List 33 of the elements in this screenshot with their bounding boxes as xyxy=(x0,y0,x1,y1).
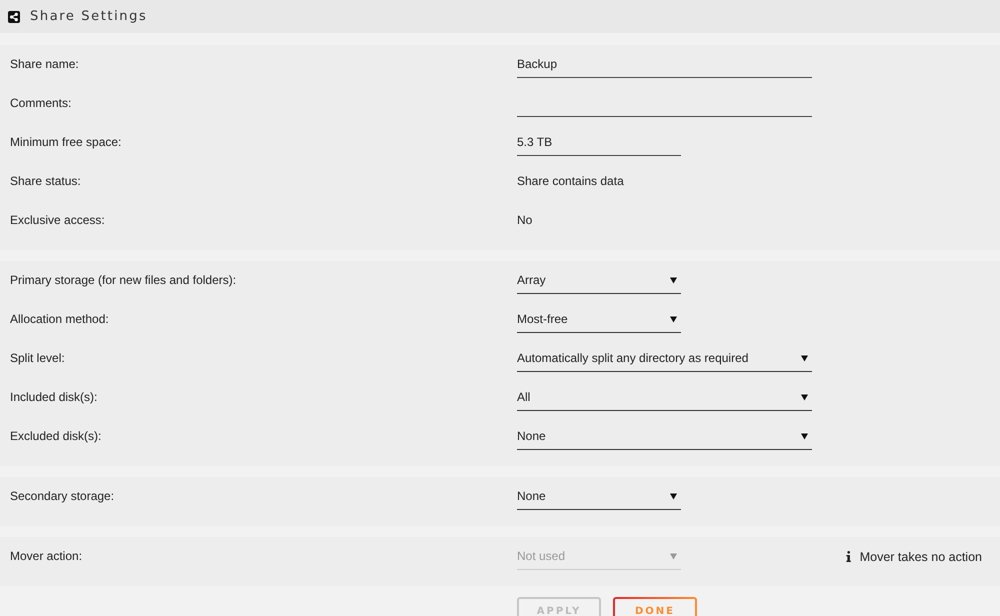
caret-icon xyxy=(801,354,808,362)
dropdown[interactable]: All xyxy=(517,384,812,411)
field-label: Allocation method: xyxy=(10,311,110,328)
share-icon xyxy=(8,10,20,22)
field-label: Mover action: xyxy=(10,548,84,565)
field-label: Primary storage (for new files and folders): xyxy=(10,272,238,289)
dropdown[interactable]: Array xyxy=(517,267,681,294)
dropdown[interactable]: None xyxy=(517,483,681,510)
field-value: No xyxy=(517,212,532,229)
text-input[interactable]: Backup xyxy=(517,51,812,78)
caret-icon xyxy=(670,276,677,284)
field-label: Share status: xyxy=(10,173,82,190)
dropdown[interactable]: Automatically split any directory as required xyxy=(517,345,812,372)
field-label: Excluded disk(s): xyxy=(10,428,102,445)
caret-icon xyxy=(801,394,808,400)
field-label: Exclusive access: xyxy=(10,212,106,229)
field-label: Included disk(s): xyxy=(10,389,98,406)
help-text: Mover takes no action xyxy=(860,550,982,564)
caret-icon xyxy=(801,432,808,440)
text-input[interactable]: 5.3 TB xyxy=(517,129,681,156)
caret-icon xyxy=(670,552,677,560)
field-label: Minimum free space: xyxy=(10,134,122,151)
caret-icon xyxy=(670,492,677,500)
field-value: Share contains data xyxy=(517,173,624,190)
field-label: Share name: xyxy=(10,56,80,73)
field-label: Secondary storage: xyxy=(10,488,116,505)
dropdown[interactable]: Most-free xyxy=(517,306,681,333)
info-icon xyxy=(846,551,851,562)
page-title: Share Settings xyxy=(30,9,148,24)
field-label: Split level: xyxy=(10,350,66,367)
caret-icon xyxy=(670,316,677,322)
dropdown[interactable]: None xyxy=(517,423,812,450)
field-label: Comments: xyxy=(10,95,72,112)
